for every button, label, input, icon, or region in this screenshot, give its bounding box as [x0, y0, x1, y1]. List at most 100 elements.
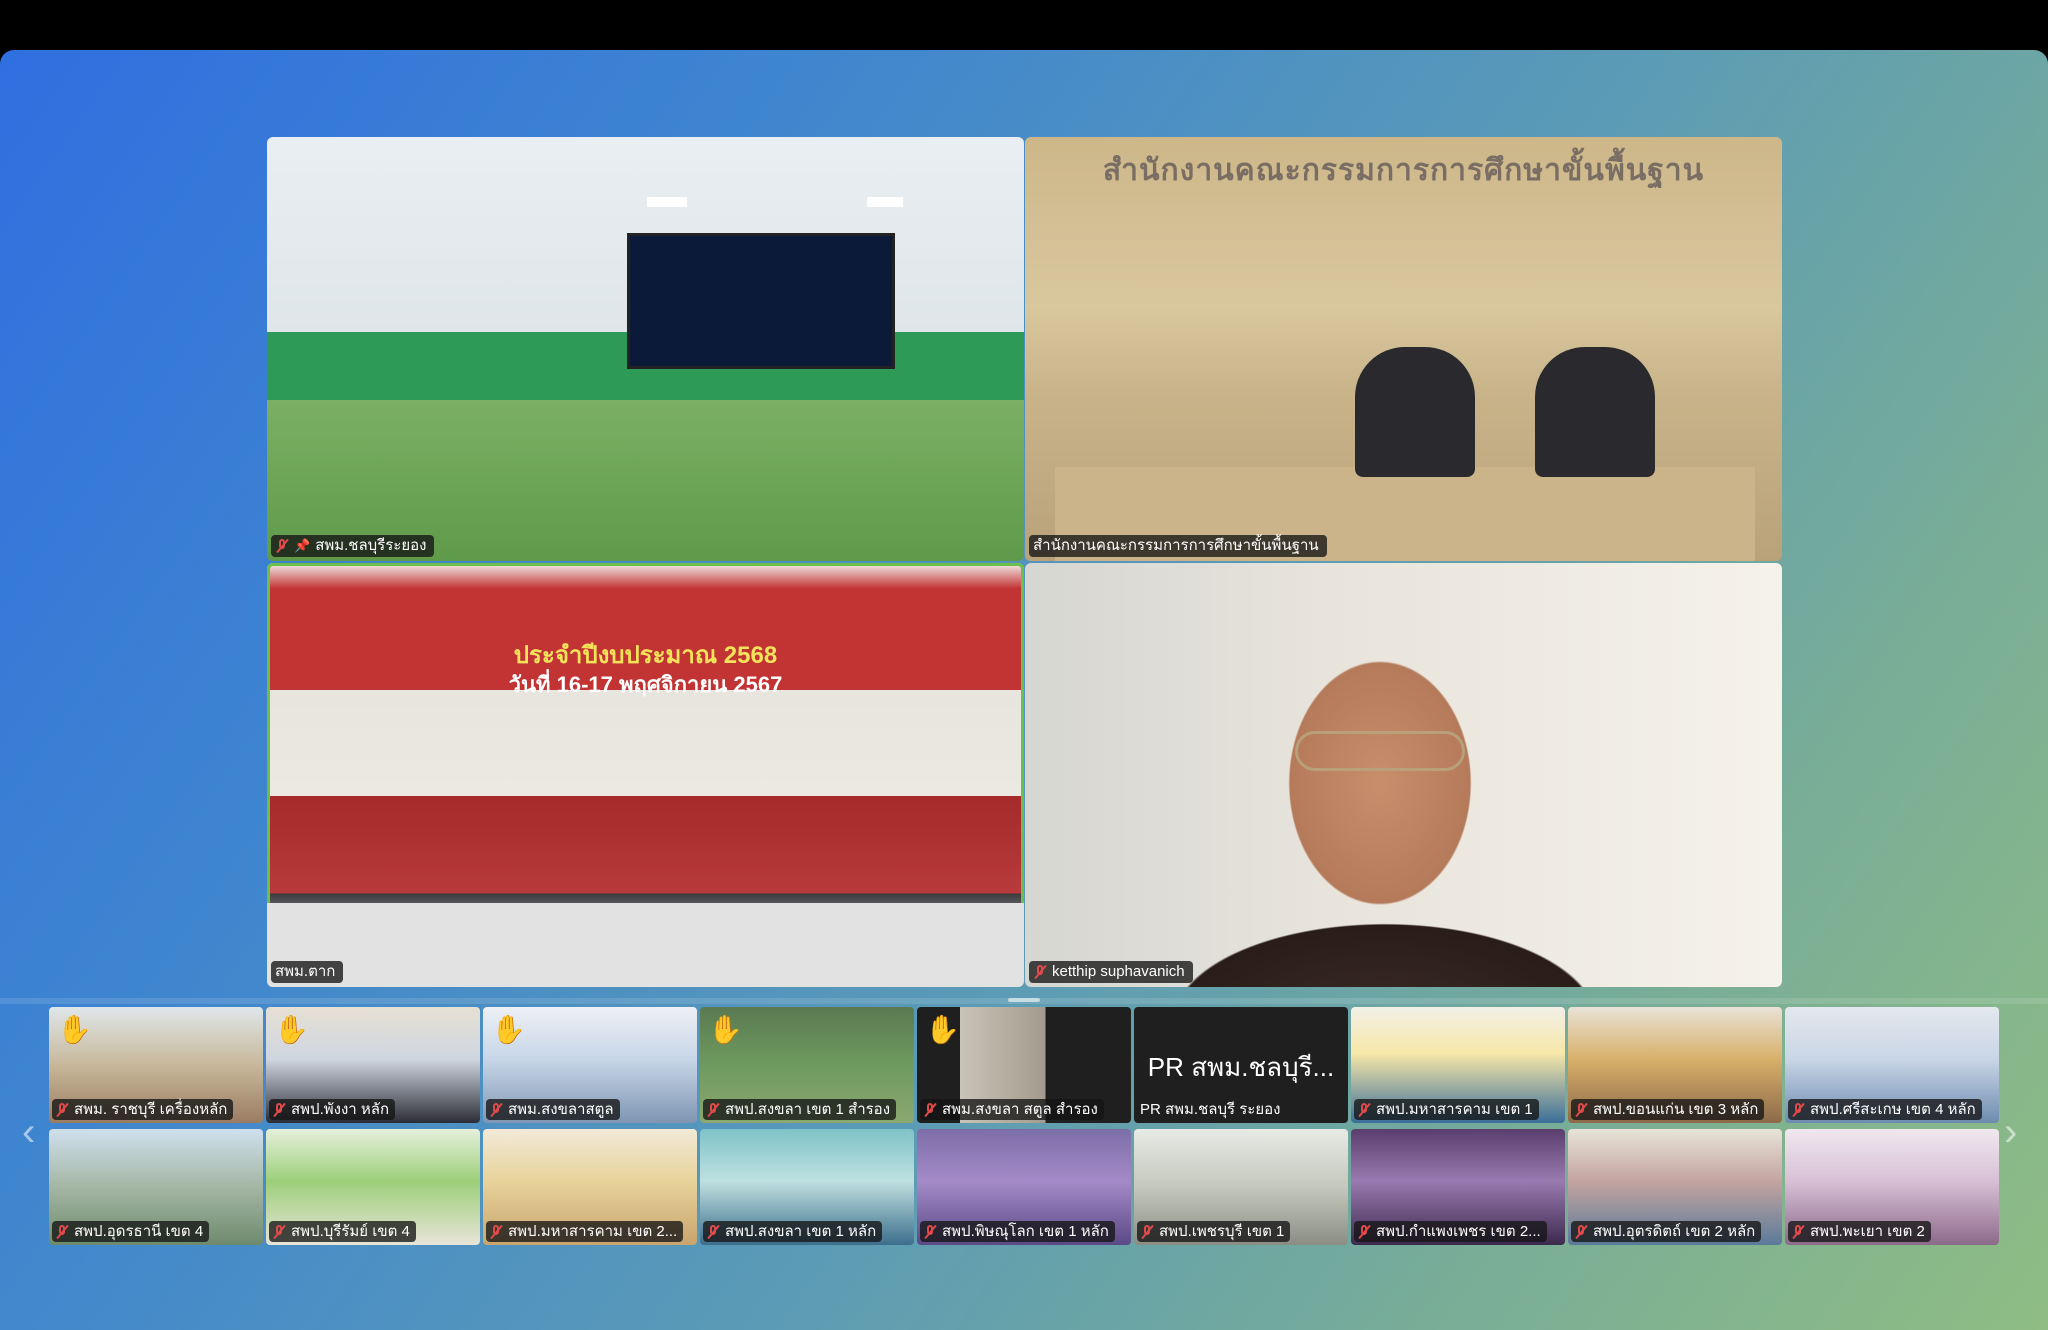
participant-name: สพป.มหาสารคาม เขต 1 — [1376, 1101, 1533, 1118]
muted-mic-icon — [923, 1102, 937, 1118]
participant-name: สพป.พังงา หลัก — [291, 1101, 390, 1118]
resize-handle[interactable] — [1008, 998, 1040, 1002]
thumbnail-8[interactable]: สพป.ขอนแก่น เขต 3 หลัก — [1568, 1007, 1782, 1123]
pin-icon: 📌 — [294, 538, 311, 553]
ceiling-lights — [647, 197, 687, 207]
participant-name-label: สพป.สงขลา เขต 1 หลัก — [703, 1221, 883, 1242]
participant-name: สพม.สงขลาสตูล — [508, 1101, 614, 1118]
participant-name-label: สพป.พิษณุโลก เขต 1 หลัก — [920, 1221, 1115, 1242]
muted-mic-icon — [1357, 1224, 1371, 1240]
thumbnail-12[interactable]: สพป.มหาสารคาม เขต 2... — [483, 1129, 697, 1245]
person-right — [1535, 347, 1655, 477]
participant-name: สพป.พะเยา เขต 2 — [1810, 1223, 1925, 1240]
participant-name-label: สพป.กำแพงเพชร เขต 2... — [1354, 1221, 1547, 1242]
participant-name: สพป.กำแพงเพชร เขต 2... — [1376, 1223, 1541, 1240]
thumbnail-4[interactable]: ✋ สพป.สงขลา เขต 1 สำรอง — [700, 1007, 914, 1123]
participant-name-label: สพม.ตาก — [271, 961, 344, 983]
thumbnail-11[interactable]: สพป.บุรีรัมย์ เขต 4 — [266, 1129, 480, 1245]
thumbnail-7[interactable]: สพป.มหาสารคาม เขต 1 — [1351, 1007, 1565, 1123]
raised-hand-icon: ✋ — [925, 1014, 960, 1045]
thumbnail-17[interactable]: สพป.อุตรดิตถ์ เขต 2 หลัก — [1568, 1129, 1782, 1245]
ceiling-lights — [867, 197, 903, 207]
participant-name-label: สพป.บุรีรัมย์ เขต 4 — [269, 1221, 416, 1242]
participant-name-label: สพป.สงขลา เขต 1 สำรอง — [703, 1099, 897, 1120]
participant-name-label: สพป.เพชรบุรี เขต 1 — [1137, 1221, 1291, 1242]
participant-name: สพป.ขอนแก่น เขต 3 หลัก — [1593, 1101, 1759, 1118]
thumbnail-2[interactable]: ✋ สพป.พังงา หลัก — [266, 1007, 480, 1123]
participant-name-label: สพม.สงขลาสตูล — [486, 1099, 620, 1120]
muted-mic-icon — [706, 1224, 720, 1240]
video-tile-2[interactable]: สำนักงานคณะกรรมการการศึกษาขั้นพื้นฐาน สำ… — [1025, 137, 1782, 561]
participant-name-label: สพป.อุดรธานี เขต 4 — [52, 1221, 210, 1242]
participant-name: สพป.สงขลา เขต 1 หลัก — [725, 1223, 877, 1240]
banner-line-2: วันที่ 16-17 พฤศจิกายน 2567 — [508, 672, 783, 697]
participant-name: สพม.ตาก — [275, 963, 336, 980]
muted-mic-icon — [272, 1224, 286, 1240]
presentation-screen — [627, 233, 895, 369]
participant-name: สพม.สงขลา สตูล สำรอง — [942, 1101, 1098, 1118]
thumbnail-10[interactable]: สพป.อุดรธานี เขต 4 — [49, 1129, 263, 1245]
thumbnail-9[interactable]: สพป.ศรีสะเกษ เขต 4 หลัก — [1785, 1007, 1999, 1123]
muted-mic-icon — [1357, 1102, 1371, 1118]
muted-mic-icon — [1033, 964, 1047, 980]
muted-mic-icon — [1574, 1224, 1588, 1240]
participant-name: สพป.สงขลา เขต 1 สำรอง — [725, 1101, 891, 1118]
muted-mic-icon — [272, 1102, 286, 1118]
video-tile-3[interactable]: ประจำปีงบประมาณ 2568 วันที่ 16-17 พฤศจิก… — [267, 563, 1024, 987]
participant-name-label: PR สพม.ชลบุรี ระยอง — [1137, 1099, 1286, 1120]
participant-name-label: ketthip suphavanich — [1029, 961, 1193, 983]
participant-name: ketthip suphavanich — [1052, 963, 1185, 980]
participant-name: PR สพม.ชลบุรี ระยอง — [1140, 1101, 1281, 1118]
thumbnail-1[interactable]: ✋ สพม. ราชบุรี เครื่องหลัก — [49, 1007, 263, 1123]
participant-name-label: สพม. ราชบุรี เครื่องหลัก — [52, 1099, 234, 1120]
muted-mic-icon — [1791, 1224, 1805, 1240]
participant-name: สพป.ศรีสะเกษ เขต 4 หลัก — [1810, 1101, 1976, 1118]
participant-name-label: สพป.มหาสารคาม เขต 1 — [1354, 1099, 1539, 1120]
participant-name: สพป.มหาสารคาม เขต 2... — [508, 1223, 678, 1240]
thumbnail-3[interactable]: ✋ สพม.สงขลาสตูล — [483, 1007, 697, 1123]
participant-name-label: สพม.สงขลา สตูล สำรอง — [920, 1099, 1104, 1120]
muted-mic-icon — [1574, 1102, 1588, 1118]
participant-name-label: สพป.ขอนแก่น เขต 3 หลัก — [1571, 1099, 1765, 1120]
thumbnail-5[interactable]: ✋ สพม.สงขลา สตูล สำรอง — [917, 1007, 1131, 1123]
muted-mic-icon — [706, 1102, 720, 1118]
muted-mic-icon — [55, 1224, 69, 1240]
participant-name-label: สำนักงานคณะกรรมการการศึกษาขั้นพื้นฐาน — [1029, 535, 1327, 557]
muted-mic-icon — [489, 1224, 503, 1240]
participant-name-label: สพป.พังงา หลัก — [269, 1099, 396, 1120]
participant-name: สำนักงานคณะกรรมการการศึกษาขั้นพื้นฐาน — [1033, 537, 1319, 554]
participant-big-name: PR สพม.ชลบุรี... — [1147, 1052, 1335, 1082]
participant-name-label: สพป.พะเยา เขต 2 — [1788, 1221, 1931, 1242]
prev-page-arrow[interactable]: ‹ — [22, 1110, 35, 1155]
participant-name: สพม. ราชบุรี เครื่องหลัก — [74, 1101, 228, 1118]
raised-hand-icon: ✋ — [274, 1014, 309, 1045]
participant-name-label: สพป.มหาสารคาม เขต 2... — [486, 1221, 684, 1242]
participant-name: สพป.อุตรดิตถ์ เขต 2 หลัก — [1593, 1223, 1756, 1240]
participant-name: สพป.บุรีรัมย์ เขต 4 — [291, 1223, 410, 1240]
wall-sign-text: สำนักงานคณะกรรมการการศึกษาขั้นพื้นฐาน — [1102, 154, 1705, 187]
next-page-arrow[interactable]: › — [2004, 1110, 2017, 1155]
video-tile-4[interactable]: ketthip suphavanich — [1025, 563, 1782, 987]
muted-mic-icon — [489, 1102, 503, 1118]
meeting-stage: 📌 สพม.ชลบุรีระยอง สำนักงานคณะกรรมการการศ… — [0, 50, 2048, 1330]
thumbnail-14[interactable]: สพป.พิษณุโลก เขต 1 หลัก — [917, 1129, 1131, 1245]
participant-name: สพป.เพชรบุรี เขต 1 — [1159, 1223, 1285, 1240]
participant-name-label: สพป.อุตรดิตถ์ เขต 2 หลัก — [1571, 1221, 1762, 1242]
thumbnail-15[interactable]: สพป.เพชรบุรี เขต 1 — [1134, 1129, 1348, 1245]
participant-name: สพป.อุดรธานี เขต 4 — [74, 1223, 204, 1240]
muted-mic-icon — [923, 1224, 937, 1240]
raised-hand-icon: ✋ — [57, 1014, 92, 1045]
thumbnail-16[interactable]: สพป.กำแพงเพชร เขต 2... — [1351, 1129, 1565, 1245]
table — [267, 903, 1024, 987]
thumbnail-6[interactable]: PR สพม.ชลบุรี... PR สพม.ชลบุรี ระยอง — [1134, 1007, 1348, 1123]
top-bar — [0, 0, 2048, 50]
video-tile-1[interactable]: 📌 สพม.ชลบุรีระยอง — [267, 137, 1024, 561]
participant-name: สพป.พิษณุโลก เขต 1 หลัก — [942, 1223, 1109, 1240]
muted-mic-icon — [1791, 1102, 1805, 1118]
muted-mic-icon — [275, 538, 289, 554]
thumbnail-13[interactable]: สพป.สงขลา เขต 1 หลัก — [700, 1129, 914, 1245]
thumbnail-18[interactable]: สพป.พะเยา เขต 2 — [1785, 1129, 1999, 1245]
person-left — [1355, 347, 1475, 477]
muted-mic-icon — [1140, 1224, 1154, 1240]
raised-hand-icon: ✋ — [708, 1014, 743, 1045]
